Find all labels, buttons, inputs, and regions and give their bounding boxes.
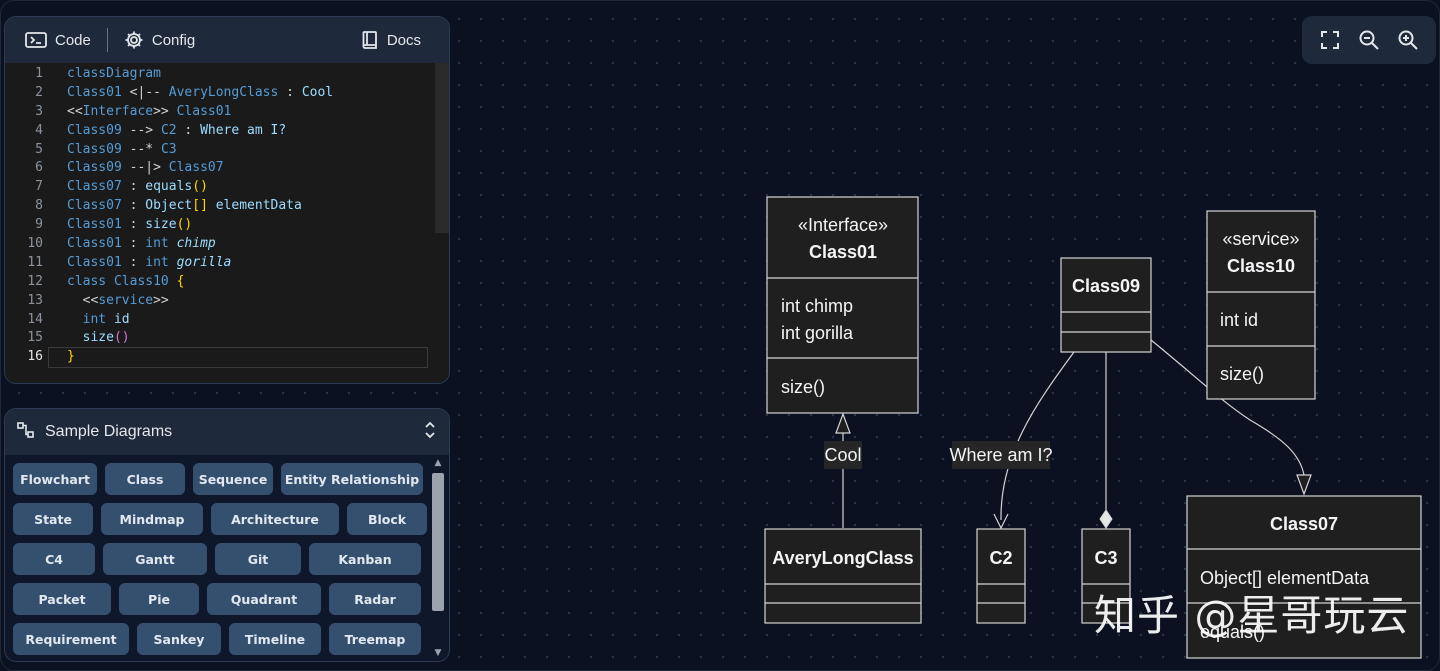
relation-label-where: Where am I? — [949, 441, 1053, 469]
class-node-class01[interactable]: «Interface» Class01 int chimp int gorill… — [766, 196, 919, 414]
svg-text:Class10: Class10 — [1227, 256, 1295, 276]
svg-text:int id: int id — [1220, 310, 1258, 330]
relation-composition-c3 — [1099, 352, 1113, 529]
svg-text:Class07: Class07 — [1270, 514, 1338, 534]
svg-text:AveryLongClass: AveryLongClass — [772, 548, 913, 568]
svg-text:«service»: «service» — [1222, 229, 1299, 249]
svg-text:C2: C2 — [989, 548, 1012, 568]
svg-text:C3: C3 — [1094, 548, 1117, 568]
svg-text:Cool: Cool — [824, 445, 861, 465]
svg-text:int chimp: int chimp — [781, 296, 853, 316]
svg-text:Class01: Class01 — [809, 242, 877, 262]
class-node-c2[interactable]: C2 — [976, 528, 1026, 624]
class-node-class09[interactable]: Class09 — [1060, 257, 1152, 353]
relation-association-c2 — [993, 351, 1075, 530]
relation-inheritance-class01 — [835, 412, 851, 528]
svg-text:size(): size() — [1220, 364, 1264, 384]
relation-label-cool: Cool — [824, 441, 862, 469]
class-node-class10[interactable]: «service» Class10 int id size() — [1206, 210, 1316, 400]
svg-text:Class09: Class09 — [1072, 276, 1140, 296]
svg-text:size(): size() — [781, 377, 825, 397]
svg-text:int gorilla: int gorilla — [781, 323, 854, 343]
svg-text:Where am I?: Where am I? — [949, 445, 1052, 465]
class-node-averylongclass[interactable]: AveryLongClass — [764, 528, 922, 624]
svg-text:«Interface»: «Interface» — [798, 215, 888, 235]
class-diagram[interactable]: Cool Where am I? «Interface» Class01 int… — [0, 0, 1440, 671]
watermark: 知乎 @星哥玩云 — [1094, 591, 1410, 640]
